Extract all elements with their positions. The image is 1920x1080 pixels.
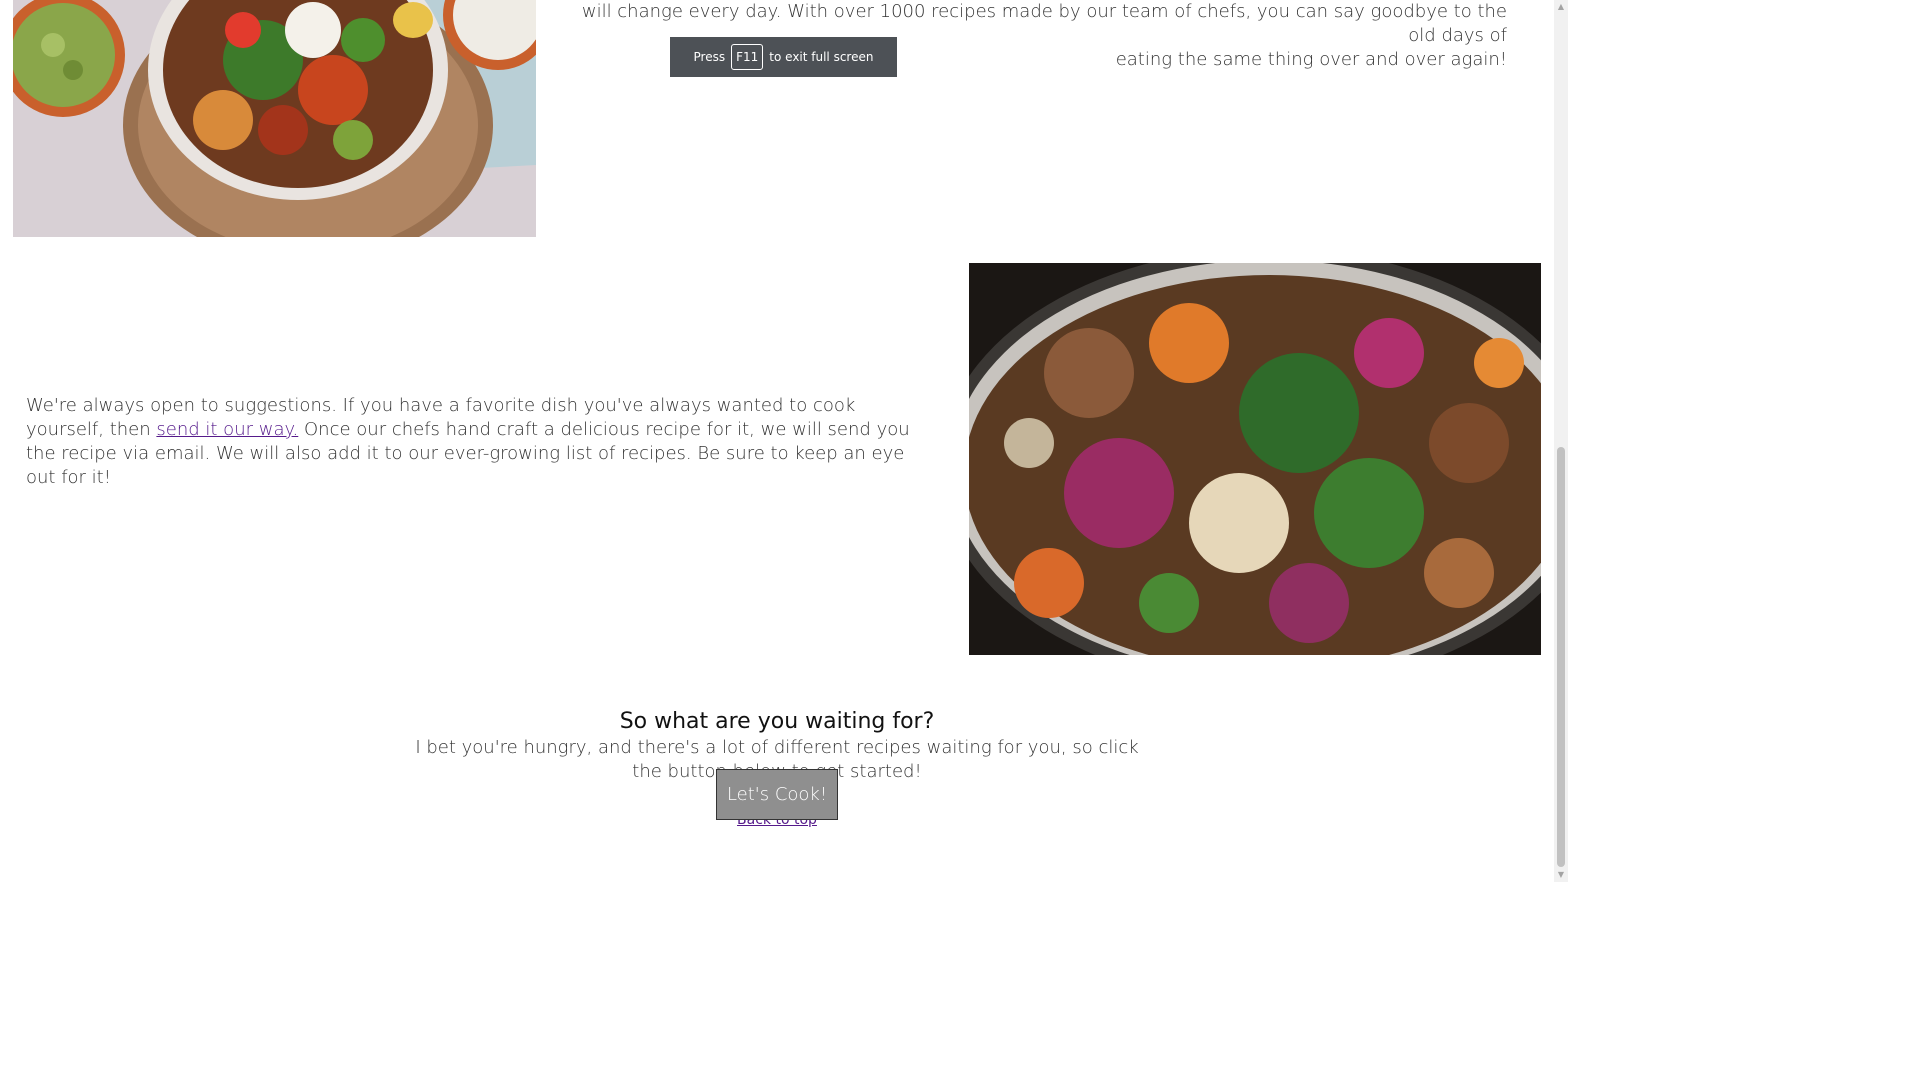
scrollbar-thumb[interactable]: [1557, 447, 1565, 867]
toast-suffix: to exit full screen: [769, 50, 874, 64]
send-it-our-way-link[interactable]: send it our way.: [156, 419, 298, 440]
suggestions-paragraph: We're always open to suggestions. If you…: [26, 394, 916, 490]
toast-prefix: Press: [693, 50, 726, 64]
f11-key: F11: [731, 44, 764, 70]
vertical-scrollbar[interactable]: ▲ ▼: [1554, 0, 1568, 882]
salad-bowl-image: [13, 0, 536, 237]
scroll-up-arrow-icon[interactable]: ▲: [1554, 0, 1568, 14]
fullscreen-toast: Press F11 to exit full screen: [670, 37, 897, 77]
cta-heading: So what are you waiting for?: [619, 709, 935, 734]
stir-fry-pan-image: [969, 263, 1541, 655]
page: will change every day. With over 1000 re…: [0, 0, 1568, 882]
lets-cook-button[interactable]: Let's Cook!: [716, 769, 838, 820]
scroll-down-arrow-icon[interactable]: ▼: [1554, 868, 1568, 882]
